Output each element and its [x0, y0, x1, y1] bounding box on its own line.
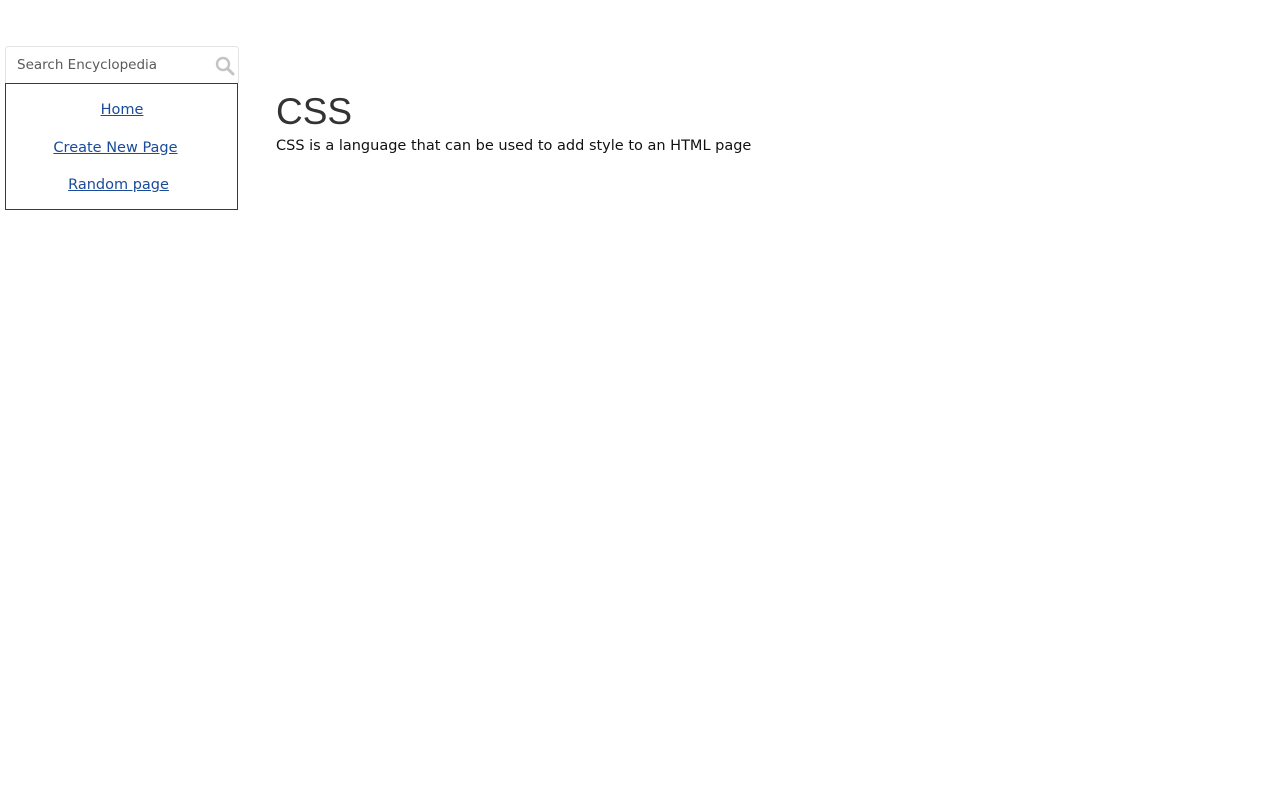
page-body: CSS is a language that can be used to ad…: [276, 138, 752, 154]
main-content: CSS CSS is a language that can be used t…: [276, 90, 751, 156]
sidebar-nav: Home Create New Page Random page: [5, 83, 238, 210]
sidebar: Home Create New Page Random page: [5, 46, 239, 210]
page: Home Create New Page Random page CSS CSS…: [0, 0, 1280, 800]
search-input[interactable]: [6, 47, 206, 83]
nav-link-random-page[interactable]: Random page: [6, 175, 237, 195]
nav-link-home[interactable]: Home: [6, 100, 237, 120]
search-icon[interactable]: [215, 56, 235, 76]
search-box: [5, 46, 239, 83]
nav-link-create-new-page[interactable]: Create New Page: [6, 138, 237, 158]
page-title: CSS: [276, 91, 353, 132]
